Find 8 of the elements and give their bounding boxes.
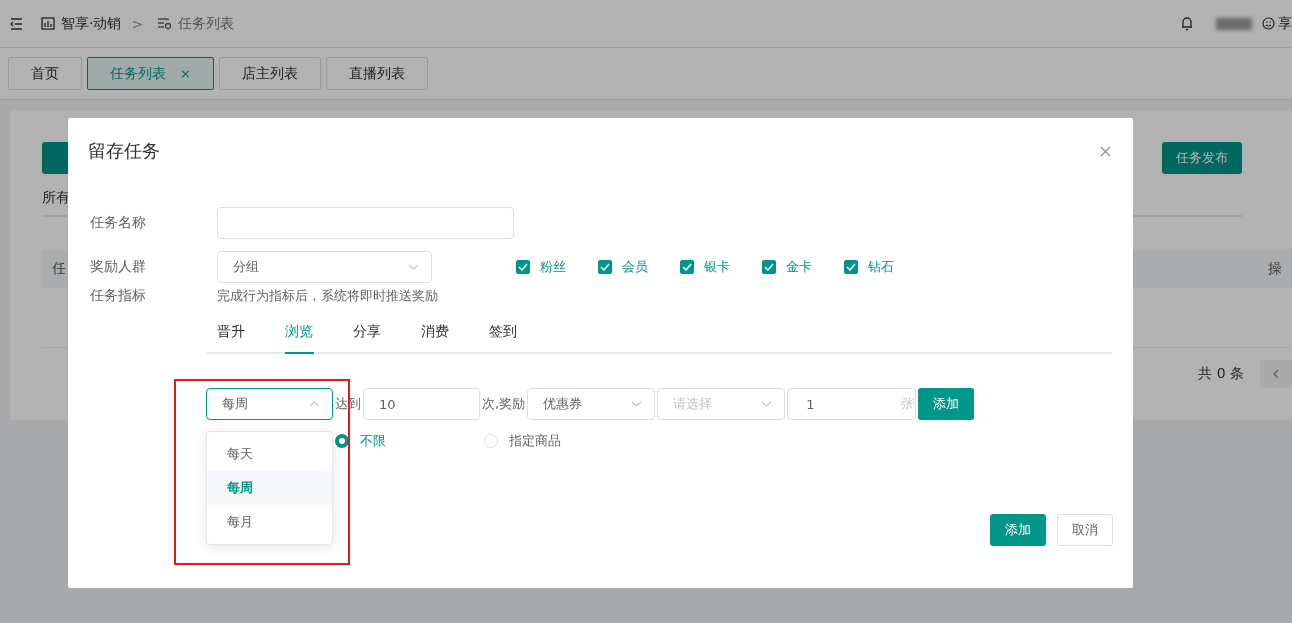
field-label: 任务名称 xyxy=(90,214,147,232)
dialog-title: 留存任务 xyxy=(88,139,160,163)
breadcrumb-separator: > xyxy=(131,15,144,32)
hint-text: 完成行为指标后，系统将即时推送奖励 xyxy=(217,287,438,305)
reward-label: 次,奖励 xyxy=(482,395,526,413)
field-label: 任务指标 xyxy=(90,287,147,305)
field-label: 奖励人群 xyxy=(90,258,147,276)
total-count: 共 0 条 xyxy=(1198,365,1244,383)
